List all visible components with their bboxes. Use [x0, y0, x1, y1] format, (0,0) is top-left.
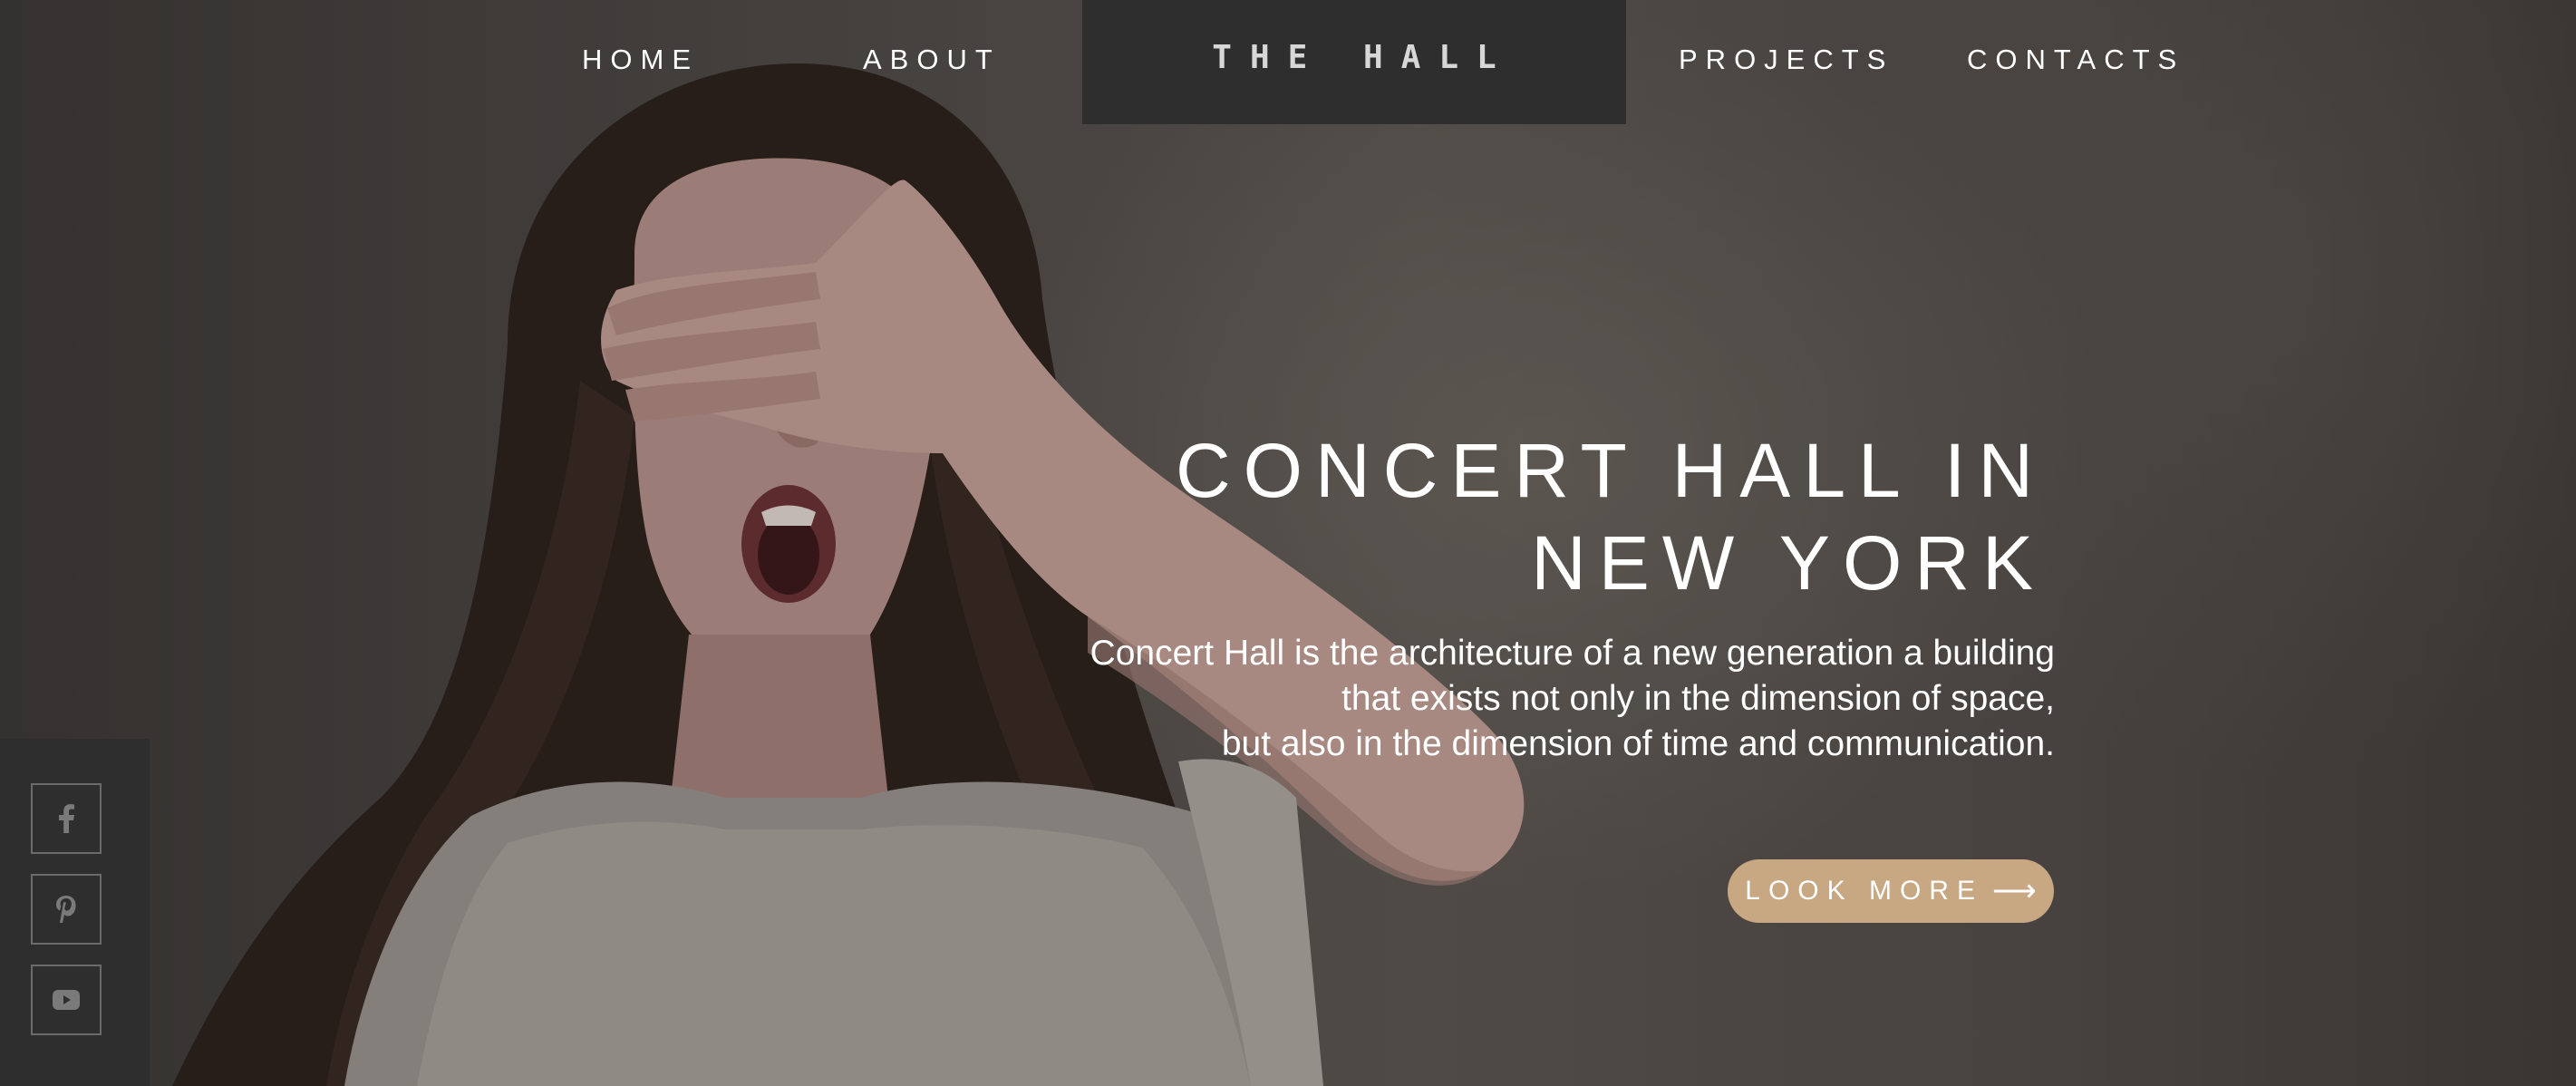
hero-description-line-2: that exists not only in the dimension of… — [1341, 679, 2055, 718]
youtube-button[interactable] — [31, 965, 102, 1035]
pinterest-button[interactable] — [31, 874, 102, 945]
hero-title-line-1: CONCERT HALL IN — [1176, 428, 2046, 513]
look-more-label: LOOK MORE — [1745, 876, 1983, 906]
youtube-icon — [53, 990, 80, 1010]
facebook-button[interactable] — [31, 783, 102, 854]
nav-about-link[interactable]: ABOUT — [863, 44, 1001, 76]
facebook-icon — [59, 804, 74, 833]
nav-contacts-link[interactable]: CONTACTS — [1967, 44, 2184, 76]
nav-projects-link[interactable]: PROJECTS — [1679, 44, 1893, 76]
hero-description-line-1: Concert Hall is the architecture of a ne… — [1089, 634, 2055, 673]
pinterest-icon — [56, 896, 76, 923]
site-logo[interactable]: THE HALL — [1082, 0, 1626, 124]
social-links-panel — [0, 739, 150, 1086]
nav-home-link[interactable]: HOME — [582, 44, 699, 76]
arrow-right-icon: ⟶ — [1991, 874, 2037, 908]
hero-description-line-3: but also in the dimension of time and co… — [1221, 724, 2055, 763]
site-logo-text: THE HALL — [1212, 39, 1515, 76]
hero-description: Concert Hall is the architecture of a ne… — [876, 631, 2055, 767]
hero-title-line-2: NEW YORK — [1531, 520, 2046, 606]
look-more-button[interactable]: LOOK MORE ⟶ — [1728, 859, 2054, 923]
hero-title: CONCERT HALL IN NEW YORK — [867, 424, 2046, 609]
